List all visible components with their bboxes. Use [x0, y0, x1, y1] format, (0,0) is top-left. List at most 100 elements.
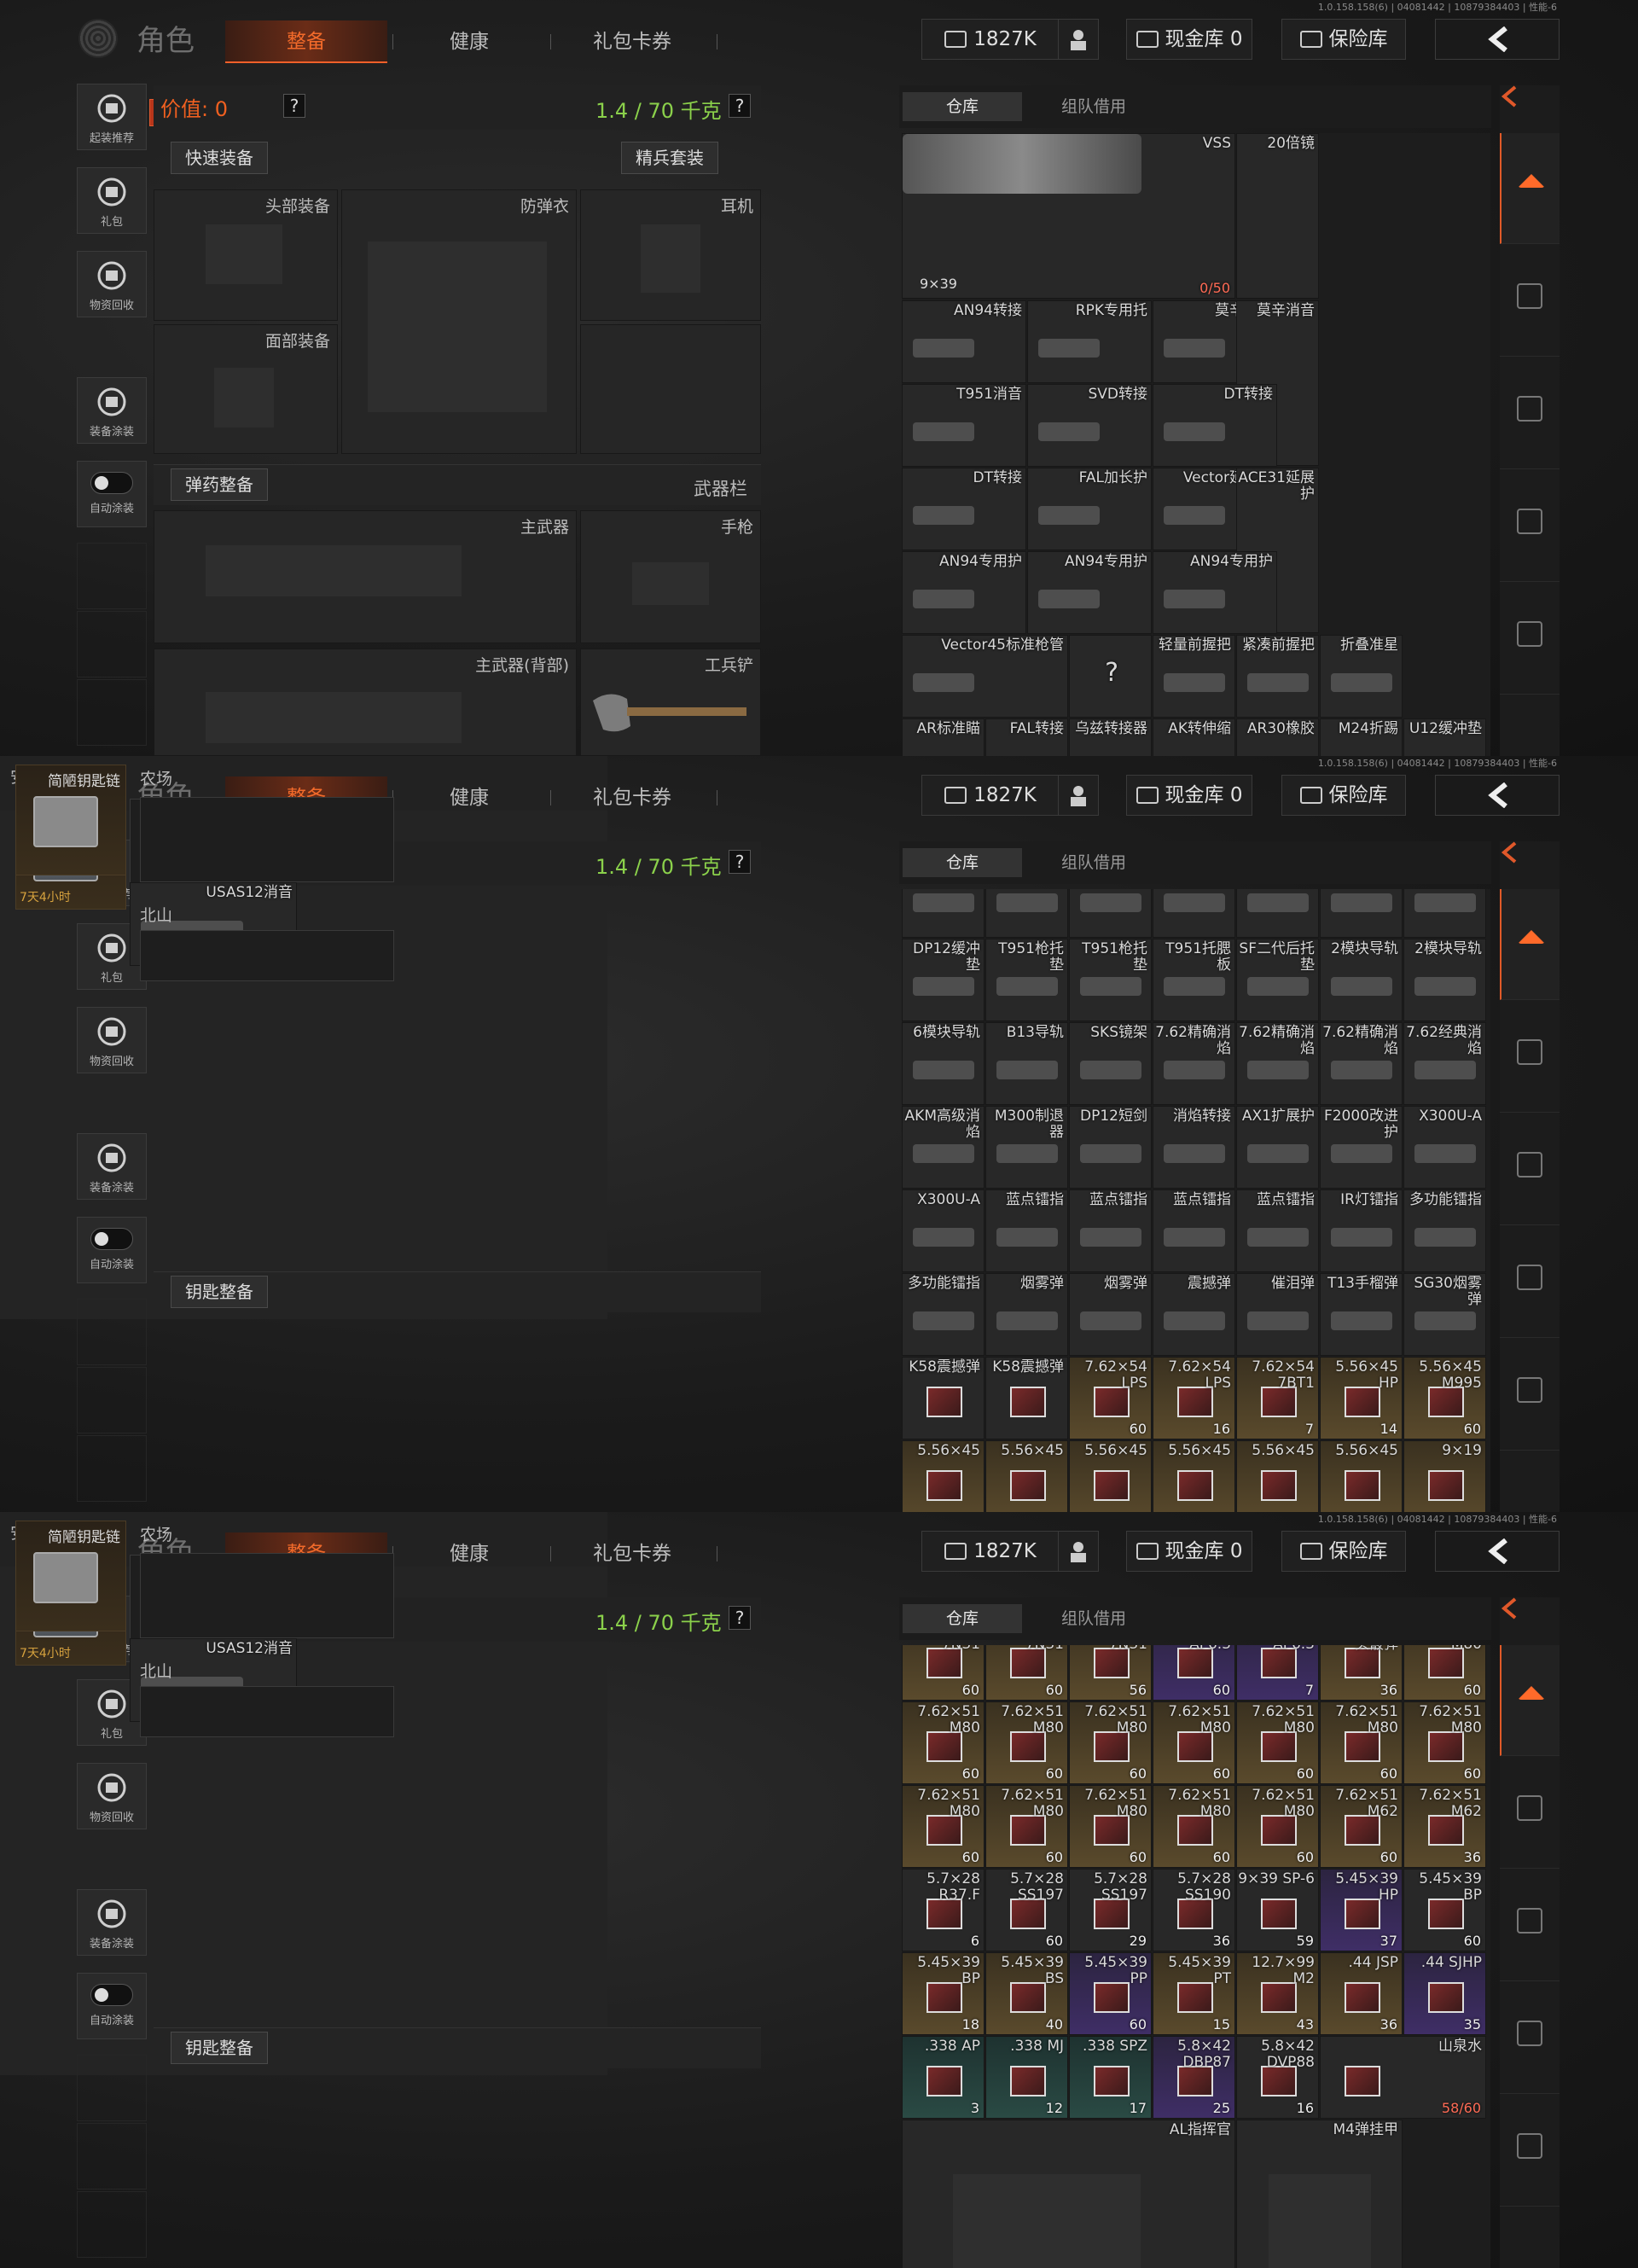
tab-health[interactable]: 健康	[401, 776, 537, 819]
nav-gift[interactable]: 礼包	[77, 167, 147, 234]
ammo-item[interactable]: 5.56×45	[1069, 1440, 1152, 1512]
head-slot[interactable]: 头部装备	[154, 189, 338, 321]
value-help-icon[interactable]: ?	[283, 94, 305, 118]
ammo-item[interactable]: 5.7×28 R37.F 6	[902, 1869, 985, 1951]
ammo-item[interactable]: K58震撼弹	[985, 1357, 1068, 1439]
item[interactable]: 蓝点镭指	[1153, 1189, 1235, 1272]
weight-help-icon[interactable]: ?	[729, 850, 751, 874]
vss-rifle-item[interactable]: VSS 9×39 0/50	[902, 133, 1235, 299]
item[interactable]: 乌兹转接器	[1069, 889, 1152, 938]
rail-medkit[interactable]	[1500, 1758, 1560, 1869]
item[interactable]: X300U-A	[1403, 1106, 1486, 1189]
item-0[interactable]: AN94转接	[902, 300, 1026, 383]
nav-recycle[interactable]: 物资回收	[77, 1007, 147, 1073]
rail-magazine[interactable]	[1500, 1114, 1560, 1225]
item[interactable]: 催泪弹	[1236, 1273, 1319, 1356]
ammo-item[interactable]: 9×19 AP6.3 60	[1153, 1645, 1235, 1701]
ammo-item[interactable]: 5.56×45	[1153, 1440, 1235, 1512]
ammo-item[interactable]: 5.7×28 SS197 60	[985, 1869, 1068, 1951]
ammo-item[interactable]: .338 MJ 12	[985, 2036, 1068, 2119]
rail-armor[interactable]	[1500, 584, 1560, 695]
ammo-item[interactable]: 7.62×51 M80 60	[985, 1701, 1068, 1784]
rail-armor[interactable]	[1500, 2096, 1560, 2207]
ear-slot[interactable]: 耳机	[580, 189, 761, 321]
nav-recycle[interactable]: 物资回收	[77, 251, 147, 317]
item[interactable]: AR标准瞄门	[902, 889, 985, 938]
item[interactable]: 轻量前握把	[1153, 635, 1235, 718]
tab-health[interactable]: 健康	[401, 1532, 537, 1575]
item[interactable]: AR标准瞄	[902, 718, 985, 756]
ammo-item[interactable]: 7.62×51 M80 60	[1153, 1785, 1235, 1868]
rail-home[interactable]	[1500, 1645, 1560, 1756]
rail-home[interactable]	[1500, 889, 1560, 1000]
item[interactable]: T951消音	[902, 384, 1026, 467]
item[interactable]: T951枪托垫	[1069, 939, 1152, 1021]
ammo-item[interactable]: 7.62×51 M80 60	[1403, 1701, 1486, 1784]
ammo-item[interactable]: 5.45×39 BP 18	[902, 1952, 985, 2035]
ammo-item[interactable]: 5.7×28 SS197 29	[1069, 1869, 1152, 1951]
item[interactable]: AN94专用护	[1027, 551, 1152, 634]
face-slot[interactable]: 面部装备	[154, 324, 338, 454]
character-avatar-button[interactable]	[1058, 19, 1099, 60]
scope-20x-item[interactable]: 20倍镜	[1236, 133, 1319, 299]
item[interactable]: 震撼弹	[1153, 1273, 1235, 1356]
auto-paint-switch[interactable]	[90, 472, 133, 494]
item[interactable]: AR30橡胶垫	[1236, 889, 1319, 938]
ammo-item[interactable]: 5.45×39 BP 60	[1403, 1869, 1486, 1951]
item[interactable]: M24折踢	[1320, 718, 1403, 756]
currency-display[interactable]: 1827K	[921, 19, 1060, 60]
ammo-item[interactable]: 7.62×54 7BT1 7	[1236, 1357, 1319, 1439]
ammo-item[interactable]: 5.8×42 DVP88 16	[1236, 2036, 1319, 2119]
water-bottle-item[interactable]: 山泉水 58/60	[1320, 2036, 1486, 2119]
item[interactable]: 紧凑前握把	[1236, 635, 1319, 718]
character-avatar-button[interactable]	[1058, 1531, 1099, 1572]
currency-display[interactable]: 1827K	[921, 1531, 1060, 1572]
item[interactable]: SVD转接	[1027, 384, 1152, 467]
ammo-item[interactable]: 9×19	[1403, 1440, 1486, 1512]
item[interactable]: U12缓冲垫	[1403, 889, 1486, 938]
barrel-item[interactable]: Vector45标准枪管	[902, 635, 1068, 718]
item[interactable]: AKM高级消焰	[902, 1106, 985, 1189]
key-prep-button[interactable]: 钥匙整备	[171, 1276, 268, 1308]
item[interactable]: T951托腮板	[1153, 939, 1235, 1021]
ammo-item[interactable]: 7.62×51 M80 60	[1320, 1701, 1403, 1784]
collapse-arrow-icon[interactable]	[1500, 841, 1560, 867]
unknown-item[interactable]: ?	[1069, 635, 1152, 718]
ammo-item[interactable]: 7.62×51 M80 60	[985, 1785, 1068, 1868]
nav-auto-paint[interactable]: 自动涂装	[77, 1217, 147, 1283]
ammo-item[interactable]: 9×19 7N31 60	[985, 1645, 1068, 1701]
ammo-item[interactable]: 5.45×39 BS 40	[985, 1952, 1068, 2035]
tab-gift[interactable]: 礼包卡券	[560, 1532, 705, 1575]
item[interactable]: 多功能镭指	[1403, 1189, 1486, 1272]
item[interactable]: AK转伸缩	[1153, 718, 1235, 756]
ammo-item[interactable]: 7.62×54 LPS 60	[1069, 1357, 1152, 1439]
primary-slot[interactable]: 主武器	[154, 510, 577, 643]
item[interactable]: 折叠准星	[1320, 635, 1403, 718]
key-chain-slot[interactable]: 简陋钥匙链	[15, 1521, 126, 1631]
back-button[interactable]	[1435, 19, 1560, 60]
ammo-item[interactable]: 9×39 SP-6 59	[1236, 1869, 1319, 1951]
ammo-item[interactable]: 7.62×51 M80 60	[1153, 1701, 1235, 1784]
item[interactable]: AX1扩展护	[1236, 1106, 1319, 1189]
item[interactable]: FAL转接器	[985, 889, 1068, 938]
item[interactable]: IR灯镭指	[1320, 1189, 1403, 1272]
safe-vault-button[interactable]: 保险库	[1281, 1531, 1406, 1572]
item[interactable]: DP12缓冲垫	[902, 939, 985, 1021]
item[interactable]: 7.62精确消焰	[1236, 1022, 1319, 1105]
rail-container[interactable]	[1500, 471, 1560, 582]
item[interactable]: T13手榴弹	[1320, 1273, 1403, 1356]
ammo-item[interactable]: 7.62×54 LPS 16	[1153, 1357, 1235, 1439]
rail-armor[interactable]	[1500, 1340, 1560, 1451]
ammo-item[interactable]: 7.62×51 M80 60	[1236, 1785, 1319, 1868]
safe-vault-button[interactable]: 保险库	[1281, 19, 1406, 60]
key-prep-button[interactable]: 钥匙整备	[171, 2032, 268, 2064]
ammo-item[interactable]: 5.56×45	[1236, 1440, 1319, 1512]
ammo-item[interactable]: 5.56×45 M995 60	[1403, 1357, 1486, 1439]
item[interactable]: F2000改进护	[1320, 1106, 1403, 1189]
item[interactable]: 7.62精确消焰	[1320, 1022, 1403, 1105]
ammo-item[interactable]: .44 JSP 36	[1320, 1952, 1403, 2035]
elite-set-button[interactable]: 精兵套装	[621, 142, 718, 174]
ammo-item[interactable]: 5.56×45	[902, 1440, 985, 1512]
primary-back-slot[interactable]: 主武器(背部)	[154, 648, 577, 756]
ammo-item[interactable]: 5.45×39 PT 15	[1153, 1952, 1235, 2035]
